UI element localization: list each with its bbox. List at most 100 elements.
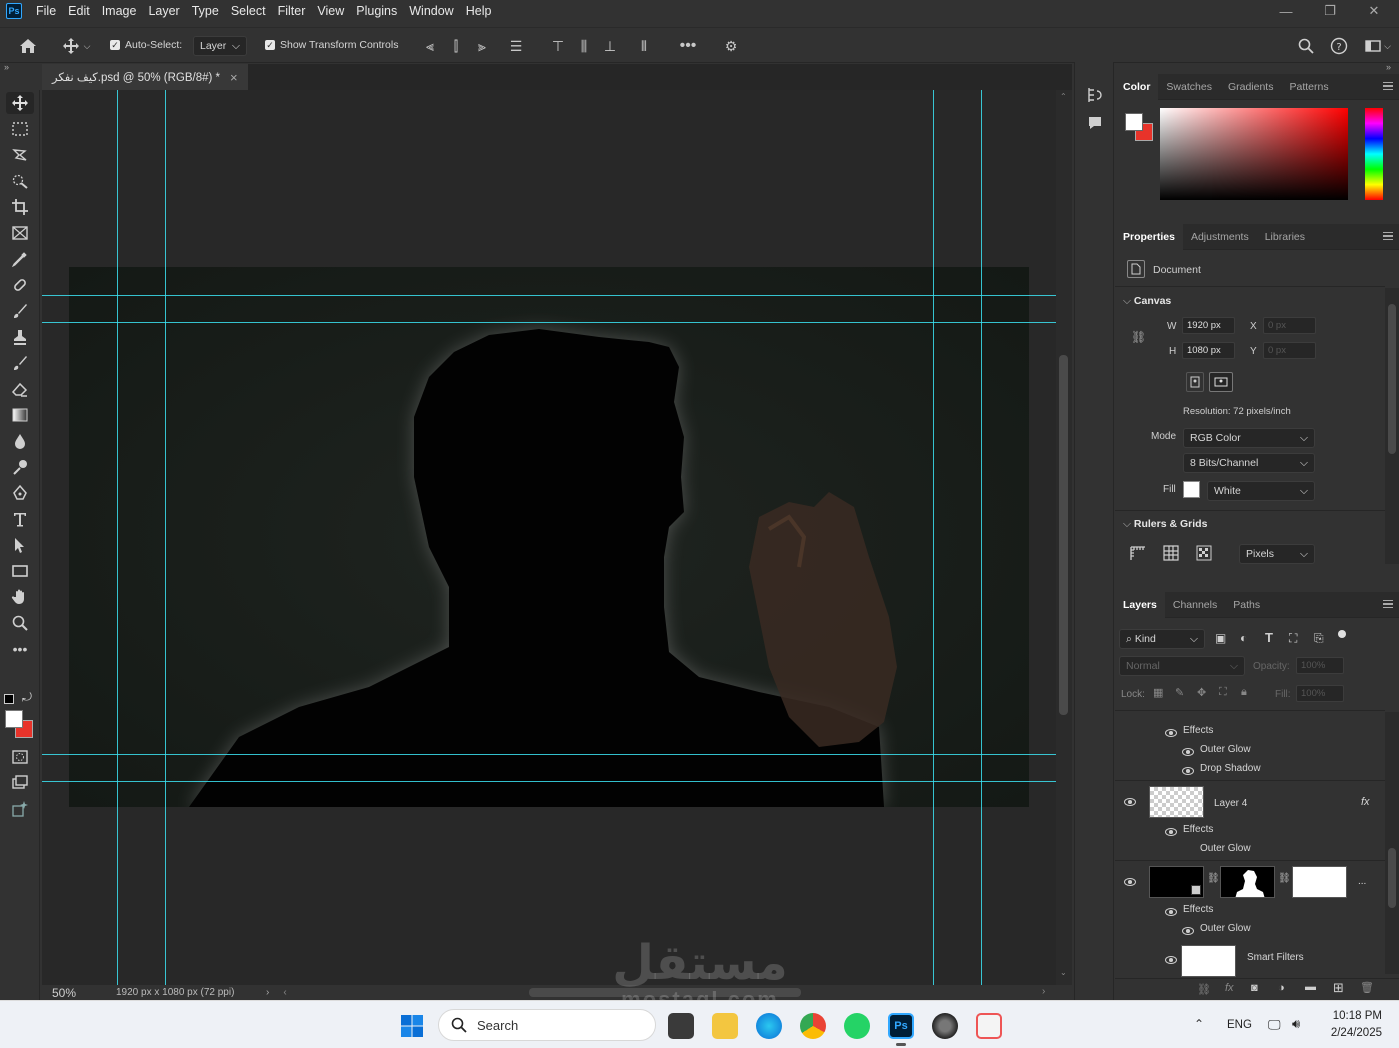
crop-tool-icon[interactable] — [6, 196, 34, 218]
file-explorer-icon[interactable] — [712, 1013, 738, 1039]
auto-select-checkbox[interactable]: ✓ Auto-Select: — [110, 39, 182, 51]
whatsapp-icon[interactable] — [844, 1013, 870, 1039]
effects-visibility-icon[interactable] — [1165, 908, 1177, 916]
scroll-left-icon[interactable]: ‹ — [283, 987, 286, 998]
layer-visibility-icon[interactable] — [1124, 878, 1136, 886]
quick-selection-tool-icon[interactable] — [6, 170, 34, 192]
grid-icon[interactable] — [1162, 544, 1180, 562]
show-transform-checkbox[interactable]: ✓ Show Transform Controls — [265, 39, 398, 51]
adjustment-layer-icon[interactable]: ◑ — [1278, 982, 1285, 994]
status-arrow-icon[interactable]: › — [266, 987, 269, 998]
panel-menu-icon[interactable] — [1383, 600, 1393, 608]
layers-scrollbar[interactable] — [1385, 712, 1399, 974]
menu-filter[interactable]: Filter — [272, 4, 312, 18]
width-input[interactable]: 1920 px — [1182, 317, 1235, 334]
guide-horizontal[interactable] — [42, 754, 1056, 755]
color-picker-field[interactable] — [1160, 108, 1348, 200]
history-brush-tool-icon[interactable] — [6, 352, 34, 374]
filter-adjustment-icon[interactable]: ◐ — [1240, 631, 1247, 645]
filter-toggle-icon[interactable] — [1338, 630, 1346, 638]
properties-scrollbar[interactable] — [1385, 288, 1399, 564]
lasso-tool-icon[interactable] — [6, 144, 34, 166]
properties-scroll-thumb[interactable] — [1388, 304, 1396, 454]
canvas-section-header[interactable]: Canvas — [1123, 295, 1171, 308]
tab-swatches[interactable]: Swatches — [1158, 74, 1220, 100]
bit-depth-dropdown[interactable]: 8 Bits/Channel ⌵ — [1183, 453, 1315, 473]
panel-menu-icon[interactable] — [1383, 232, 1393, 240]
opacity-input[interactable]: 100% — [1296, 657, 1344, 674]
clone-stamp-tool-icon[interactable] — [6, 326, 34, 348]
zoom-tool-icon[interactable] — [6, 612, 34, 634]
add-style-icon[interactable]: fx — [1225, 982, 1234, 994]
generative-ai-icon[interactable] — [6, 798, 34, 820]
gear-icon[interactable]: ⚙ — [720, 36, 742, 56]
landscape-orientation-icon[interactable] — [1209, 372, 1233, 392]
align-left-icon[interactable]: ⫷ — [420, 36, 440, 56]
snipping-tool-icon[interactable] — [976, 1013, 1002, 1039]
scroll-down-icon[interactable]: ⌄ — [1060, 968, 1067, 977]
guide-vertical[interactable] — [165, 90, 166, 985]
color-mode-dropdown[interactable]: RGB Color ⌵ — [1183, 428, 1315, 448]
tab-gradients[interactable]: Gradients — [1220, 74, 1282, 100]
link-icon[interactable]: ⛓ — [1131, 330, 1146, 344]
move-tool-preset-icon[interactable]: ⌵ — [58, 36, 94, 56]
portrait-orientation-icon[interactable] — [1186, 372, 1204, 392]
tab-properties[interactable]: Properties — [1115, 223, 1183, 250]
fx-icon[interactable]: fx — [1361, 796, 1381, 808]
tab-layers[interactable]: Layers — [1115, 591, 1165, 618]
ruler-units-dropdown[interactable]: Pixels ⌵ — [1239, 544, 1315, 564]
menu-select[interactable]: Select — [225, 4, 272, 18]
type-tool-icon[interactable] — [6, 508, 34, 530]
add-mask-icon[interactable]: ◙ — [1251, 982, 1258, 994]
brush-tool-icon[interactable] — [6, 300, 34, 322]
menu-file[interactable]: File — [30, 4, 62, 18]
ruler-icon[interactable] — [1129, 544, 1147, 562]
guide-horizontal[interactable] — [42, 781, 1056, 782]
menu-type[interactable]: Type — [186, 4, 225, 18]
workspace-icon[interactable]: ⌵ — [1360, 36, 1396, 56]
guide-vertical[interactable] — [933, 90, 934, 985]
x-input[interactable]: 0 px — [1263, 317, 1316, 334]
blend-mode-dropdown[interactable]: Normal ⌵ — [1119, 656, 1245, 676]
eraser-tool-icon[interactable] — [6, 378, 34, 400]
align-center-h-icon[interactable]: ⫿ — [446, 36, 466, 56]
collapse-toolbar-icon[interactable]: » — [4, 62, 9, 72]
link-icon[interactable]: ⛓ — [1278, 873, 1291, 884]
tab-paths[interactable]: Paths — [1225, 592, 1268, 618]
close-window-icon[interactable]: ✕ — [1352, 0, 1396, 22]
home-icon[interactable] — [16, 36, 40, 56]
lock-transparency-icon[interactable]: ▦ — [1153, 686, 1163, 699]
language-indicator[interactable]: ENG — [1227, 1019, 1252, 1031]
height-input[interactable]: 1080 px — [1182, 342, 1235, 359]
rectangle-tool-icon[interactable] — [6, 560, 34, 582]
guide-horizontal[interactable] — [42, 322, 1056, 323]
guide-horizontal[interactable] — [42, 295, 1056, 296]
scroll-right-icon[interactable]: › — [1042, 986, 1045, 997]
vertical-scroll-thumb[interactable] — [1059, 355, 1068, 715]
blur-tool-icon[interactable] — [6, 430, 34, 452]
windows-start-icon[interactable] — [400, 1014, 424, 1038]
task-view-icon[interactable] — [668, 1013, 694, 1039]
mask-thumbnail[interactable] — [1220, 866, 1275, 898]
align-middle-v-icon[interactable]: ⫼ — [574, 36, 594, 56]
quick-mask-icon[interactable] — [6, 746, 34, 768]
document-tab[interactable]: كيف نفكر.psd @ 50% (RGB/8#) * × — [42, 64, 248, 90]
panel-menu-icon[interactable] — [1383, 82, 1393, 90]
minimize-icon[interactable]: — — [1264, 0, 1308, 22]
link-layers-icon[interactable]: ⛓ — [1197, 983, 1211, 996]
foreground-color-swatch[interactable] — [5, 710, 23, 728]
fill-color-swatch[interactable] — [1183, 481, 1200, 498]
new-group-icon[interactable]: ▬ — [1305, 981, 1316, 993]
zoom-level[interactable]: 50% — [52, 986, 98, 1000]
network-icon[interactable]: 🖵︎ — [1268, 1017, 1281, 1033]
canvas-area[interactable] — [42, 90, 1056, 985]
taskbar-search-box[interactable]: Search — [438, 1009, 656, 1041]
show-hidden-icons[interactable]: ⌃ — [1194, 1017, 1204, 1031]
scroll-up-icon[interactable]: ⌃ — [1060, 92, 1067, 101]
filter-smart-object-icon[interactable]: ⎘ — [1314, 631, 1324, 646]
filter-pixel-icon[interactable]: ▣ — [1215, 631, 1226, 645]
align-right-icon[interactable]: ⫸ — [472, 36, 492, 56]
volume-icon[interactable]: 🔊︎ — [1292, 1016, 1300, 1032]
hand-tool-icon[interactable] — [6, 586, 34, 608]
auto-select-dropdown[interactable]: Layer ⌵ — [193, 36, 247, 56]
